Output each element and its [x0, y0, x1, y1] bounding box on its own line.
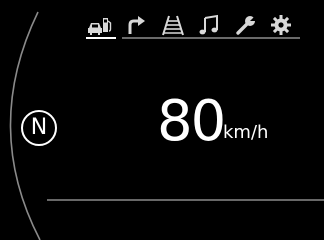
menu-active-underline: [86, 37, 116, 39]
gear-indicator: N: [21, 110, 57, 146]
instrument-cluster-display: N 80 km/h: [0, 0, 324, 240]
speed-value: 80: [157, 89, 226, 154]
settings-gear-icon[interactable]: [268, 14, 294, 36]
music-note-icon[interactable]: [196, 14, 222, 36]
lane-road-icon[interactable]: [160, 14, 186, 36]
wrench-icon[interactable]: [232, 14, 258, 36]
menu-icon-bar: [86, 14, 300, 36]
gear-letter: N: [30, 115, 48, 140]
speed-unit: km/h: [223, 122, 269, 143]
trip-computer-icon[interactable]: [86, 14, 112, 36]
navigation-turn-arrow-icon[interactable]: [124, 14, 150, 36]
menu-inactive-underline: [122, 37, 300, 39]
